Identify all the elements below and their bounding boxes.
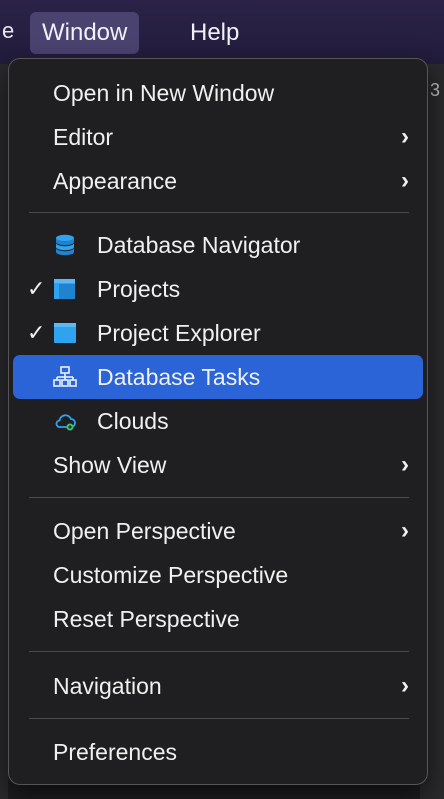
submenu-chevron-icon: › <box>401 451 409 478</box>
menu-separator <box>29 497 409 498</box>
menu-item-reset-perspective[interactable]: Reset Perspective <box>13 597 423 641</box>
menu-item-label: Open Perspective <box>53 518 236 544</box>
checkmark-icon: ✓ <box>27 276 46 301</box>
menu-item-navigation[interactable]: Navigation › <box>13 664 423 708</box>
menu-item-preferences[interactable]: Preferences <box>13 730 423 774</box>
menu-separator <box>29 651 409 652</box>
menu-item-label: Reset Perspective <box>53 606 240 632</box>
menu-item-label: Clouds <box>97 408 169 434</box>
menu-item-label: Open in New Window <box>53 80 275 106</box>
menu-item-label: Projects <box>97 276 181 302</box>
menu-item-customize-perspective[interactable]: Customize Perspective <box>13 553 423 597</box>
menu-item-appearance[interactable]: Appearance › <box>13 159 423 203</box>
menu-item-editor[interactable]: Editor › <box>13 115 423 159</box>
menu-item-label: Editor <box>53 124 114 150</box>
menu-item-label: Database Tasks <box>97 364 261 390</box>
menu-bar: e Window Help <box>0 0 444 64</box>
task-hierarchy-icon <box>53 365 77 389</box>
submenu-chevron-icon: › <box>401 123 409 150</box>
project-explorer-window-icon <box>53 321 77 345</box>
menubar-clipped-item[interactable]: e <box>2 18 14 44</box>
menu-separator <box>29 718 409 719</box>
menu-item-open-perspective[interactable]: Open Perspective › <box>13 509 423 553</box>
menu-item-clouds[interactable]: Clouds <box>13 399 423 443</box>
menu-separator <box>29 212 409 213</box>
menu-item-label: Customize Perspective <box>53 562 289 588</box>
menu-item-database-tasks[interactable]: Database Tasks <box>13 355 423 399</box>
menu-window[interactable]: Window <box>30 12 140 54</box>
background-clipped-text: 3 <box>430 80 441 100</box>
menu-help[interactable]: Help <box>178 12 251 54</box>
submenu-chevron-icon: › <box>401 167 409 194</box>
menu-item-database-navigator[interactable]: Database Navigator <box>13 223 423 267</box>
menu-item-label: Database Navigator <box>97 232 301 258</box>
menu-item-show-view[interactable]: Show View › <box>13 443 423 487</box>
menu-item-label: Show View <box>53 452 167 478</box>
background-left-edge <box>0 64 8 799</box>
database-stack-icon <box>53 233 77 257</box>
menu-item-label: Preferences <box>53 739 178 765</box>
cloud-icon <box>53 409 77 433</box>
window-menu-dropdown: Open in New Window Editor › Appearance ›… <box>8 58 428 785</box>
checkmark-icon: ✓ <box>27 320 46 345</box>
submenu-chevron-icon: › <box>401 672 409 699</box>
menu-item-label: Navigation <box>53 673 162 699</box>
menu-item-label: Project Explorer <box>97 320 261 346</box>
menu-item-project-explorer[interactable]: ✓ Project Explorer <box>13 311 423 355</box>
projects-window-icon <box>53 277 77 301</box>
menu-item-open-in-new-window[interactable]: Open in New Window <box>13 71 423 115</box>
submenu-chevron-icon: › <box>401 517 409 544</box>
menu-item-label: Appearance <box>53 168 178 194</box>
menu-item-projects[interactable]: ✓ Projects <box>13 267 423 311</box>
